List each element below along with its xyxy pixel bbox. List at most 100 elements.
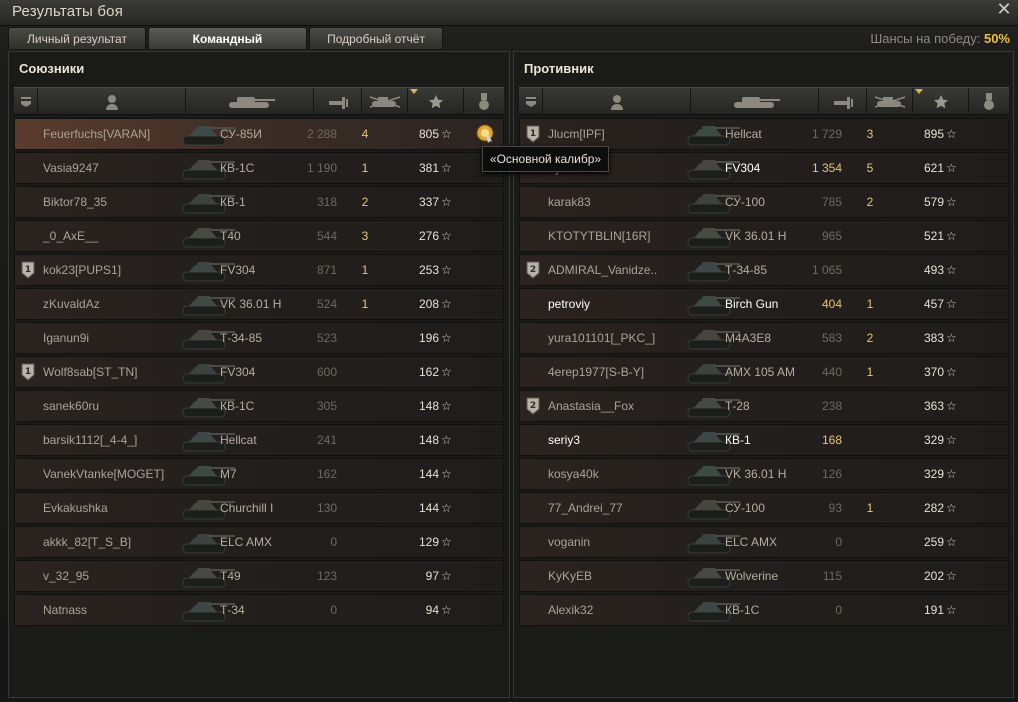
enemies-player-row[interactable]: 2 Anastasia__Fox Т-28 238 363 ☆ bbox=[519, 390, 1009, 422]
tab-personal-result[interactable]: Личный результат bbox=[8, 27, 146, 49]
damage-value: 0 bbox=[835, 535, 842, 549]
allies-col-tank-header[interactable] bbox=[186, 88, 314, 115]
star-icon: ☆ bbox=[441, 127, 452, 141]
xp-value: 144 bbox=[418, 501, 439, 515]
enemies-player-row[interactable]: kosya40k VK 36.01 H 126 329 ☆ bbox=[519, 458, 1009, 490]
allies-player-row[interactable]: Biktor78_35 КВ-1 318 2 337 ☆ bbox=[14, 186, 504, 218]
xp-value: 97 bbox=[425, 569, 439, 583]
enemies-player-row[interactable]: KyKyEB Wolverine 115 202 ☆ bbox=[519, 560, 1009, 592]
player-name: VanekVtanke[MOGET] bbox=[43, 467, 165, 481]
badge-slot bbox=[17, 493, 39, 523]
tab-team-result[interactable]: Командный результат bbox=[148, 27, 307, 68]
damage-value: 305 bbox=[316, 399, 337, 413]
allies-rows: Feuerfuchs[VARAN] СУ-85И 2 288 4 805 ☆ Vasia92… bbox=[14, 118, 504, 628]
enemies-col-player-header[interactable] bbox=[543, 88, 691, 115]
clan-badge-icon bbox=[524, 95, 538, 109]
allies-player-row[interactable]: barsik1112[_4-4_] Hellcat 241 148 ☆ bbox=[14, 424, 504, 456]
player-name: seriy3 bbox=[548, 433, 581, 447]
damage-value: 115 bbox=[822, 569, 842, 583]
enemies-player-row[interactable]: 77_Andrei_77 СУ-100 93 1 282 ☆ bbox=[519, 492, 1009, 524]
star-icon: ☆ bbox=[441, 569, 452, 583]
medal-slot bbox=[465, 255, 505, 285]
xp-value: 253 bbox=[418, 263, 439, 277]
badge-slot bbox=[17, 323, 39, 353]
enemies-col-clan-header[interactable] bbox=[519, 88, 543, 115]
allies-player-row[interactable]: VanekVtanke[MOGET] M7 162 144 ☆ bbox=[14, 458, 504, 490]
allies-player-row[interactable]: Vasia9247 КВ-1С 1 190 1 381 ☆ bbox=[14, 152, 504, 184]
medal-slot bbox=[465, 493, 505, 523]
close-button[interactable]: ✕ bbox=[994, 0, 1014, 20]
enemies-player-row[interactable]: voganin ELC AMX 0 259 ☆ bbox=[519, 526, 1009, 558]
allies-col-player-header[interactable] bbox=[38, 88, 186, 115]
xp-value: 383 bbox=[923, 331, 944, 345]
damage-value: 0 bbox=[835, 603, 842, 617]
medal-slot bbox=[970, 119, 1010, 149]
enemies-col-damage-header[interactable] bbox=[819, 88, 867, 115]
enemies-col-xp-header[interactable] bbox=[913, 88, 969, 115]
damage-value: 0 bbox=[330, 535, 337, 549]
kills-value bbox=[850, 255, 890, 285]
enemies-player-row[interactable]: 4erep1977[S-B-Y] AMX 105 AM 440 1 370 ☆ bbox=[519, 356, 1009, 388]
enemies-player-row[interactable]: karak83 СУ-100 785 2 579 ☆ bbox=[519, 186, 1009, 218]
allies-player-row[interactable]: _0_AxE__ T40 544 3 276 ☆ bbox=[14, 220, 504, 252]
badge-slot bbox=[17, 527, 39, 557]
medal-slot bbox=[465, 187, 505, 217]
star-icon: ☆ bbox=[441, 467, 452, 481]
kills-value bbox=[850, 425, 890, 455]
xp-value: 805 bbox=[418, 127, 439, 141]
kills-value bbox=[345, 357, 385, 387]
tab-bar: Личный результат Командный результат Под… bbox=[8, 27, 443, 68]
enemies-player-row[interactable]: yura101101[_PKC_] M4A3E8 583 2 383 ☆ bbox=[519, 322, 1009, 354]
allies-player-row[interactable]: 1 kok23[PUPS1] FV304 871 1 253 ☆ bbox=[14, 254, 504, 286]
allies-col-xp-header[interactable] bbox=[408, 88, 464, 115]
allies-col-damage-header[interactable] bbox=[314, 88, 362, 115]
star-icon: ☆ bbox=[946, 229, 957, 243]
enemies-player-row[interactable]: KTOTYTBLIN[16R] VK 36.01 H 965 521 ☆ bbox=[519, 220, 1009, 252]
clan-rank-badge-icon: 1 bbox=[17, 357, 39, 387]
xp-value: 282 bbox=[923, 501, 944, 515]
enemies-player-row[interactable]: petroviy Birch Gun 404 1 457 ☆ bbox=[519, 288, 1009, 320]
sort-arrow-icon bbox=[915, 89, 923, 94]
medal-slot bbox=[465, 459, 505, 489]
player-name: v_32_95 bbox=[43, 569, 90, 583]
player-name: _0_AxE__ bbox=[43, 229, 99, 243]
enemies-player-row[interactable]: 2 ADMIRAL_Vanidze.. Т-34-85 1 065 493 ☆ bbox=[519, 254, 1009, 286]
allies-col-kills-header[interactable] bbox=[362, 88, 408, 115]
tab-detailed-report[interactable]: Подробный отчёт bbox=[309, 27, 443, 49]
allies-player-row[interactable]: Feuerfuchs[VARAN] СУ-85И 2 288 4 805 ☆ bbox=[14, 118, 504, 150]
main-caliber-medal-icon[interactable] bbox=[465, 119, 505, 149]
damage-icon bbox=[327, 95, 349, 109]
clan-rank-badge-icon: 2 bbox=[522, 255, 544, 285]
star-icon: ☆ bbox=[441, 297, 452, 311]
allies-player-row[interactable]: Evkakushka Churchill I 130 144 ☆ bbox=[14, 492, 504, 524]
allies-col-clan-header[interactable] bbox=[14, 88, 38, 115]
badge-slot bbox=[17, 459, 39, 489]
allies-col-medal-header[interactable] bbox=[464, 88, 504, 115]
damage-value: 583 bbox=[821, 331, 842, 345]
allies-player-row[interactable]: sanek60ru КВ-1С 305 148 ☆ bbox=[14, 390, 504, 422]
allies-player-row[interactable]: 1 Wolf8sab[ST_TN] FV304 600 162 ☆ bbox=[14, 356, 504, 388]
allies-player-row[interactable]: v_32_95 T49 123 97 ☆ bbox=[14, 560, 504, 592]
player-name: sanek60ru bbox=[43, 399, 100, 413]
svg-text:1: 1 bbox=[530, 129, 536, 139]
enemies-player-row[interactable]: seriy3 КВ-1 168 329 ☆ bbox=[519, 424, 1009, 456]
damage-value: 1 354 bbox=[811, 161, 842, 175]
xp-value: 370 bbox=[923, 365, 944, 379]
badge-slot bbox=[522, 323, 544, 353]
badge-slot bbox=[522, 187, 544, 217]
allies-player-row[interactable]: Natnass Т-34 0 94 ☆ bbox=[14, 594, 504, 626]
enemies-col-medal-header[interactable] bbox=[969, 88, 1009, 115]
damage-value: 168 bbox=[821, 433, 842, 447]
enemies-col-kills-header[interactable] bbox=[867, 88, 913, 115]
kills-value: 3 bbox=[866, 127, 874, 141]
allies-player-row[interactable]: zKuvaldAz VK 36.01 H 524 1 208 ☆ bbox=[14, 288, 504, 320]
damage-value: 318 bbox=[316, 195, 337, 209]
damage-value: 1 190 bbox=[306, 161, 337, 175]
enemies-col-tank-header[interactable] bbox=[691, 88, 819, 115]
allies-player-row[interactable]: Iganun9i Т-34-85 523 196 ☆ bbox=[14, 322, 504, 354]
allies-player-row[interactable]: akkk_82[T_S_B] ELC AMX 0 129 ☆ bbox=[14, 526, 504, 558]
badge-slot bbox=[522, 459, 544, 489]
xp-value: 276 bbox=[418, 229, 439, 243]
xp-value: 162 bbox=[418, 365, 439, 379]
enemies-player-row[interactable]: Alexik32 КВ-1С 0 191 ☆ bbox=[519, 594, 1009, 626]
